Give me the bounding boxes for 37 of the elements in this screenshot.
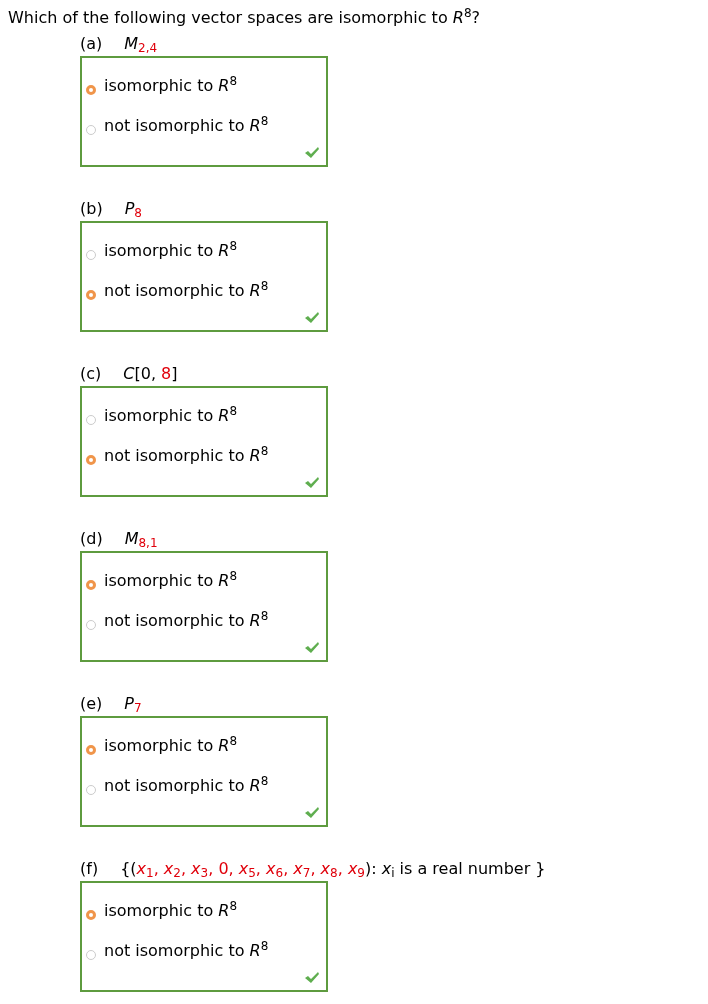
radio-button[interactable] [86,250,96,260]
part-expression: {(x$_{1}$, x$_{2}$, x$_{3}$, 0, x$_{5}$, x$_{6}$, x$_{7}$, x$_{8}$, x$_{9}$): x$_{i}$ is a real number } [120,858,546,881]
option-label: isomorphic to R$^{8}$ [104,899,238,922]
radio-button[interactable] [86,620,96,630]
part-expression: P$_{8}$ [124,198,142,221]
option-label: isomorphic to R$^{8}$ [104,569,238,592]
part-expression: M$_{2,4}$ [124,33,158,56]
option-label: not isomorphic to R$^{8}$ [104,114,269,137]
option-label: isomorphic to R$^{8}$ [104,239,238,262]
radio-button[interactable] [86,785,96,795]
option-label: isomorphic to R$^{8}$ [104,74,238,97]
option-label: not isomorphic to R$^{8}$ [104,609,269,632]
part-expression: M$_{8,1}$ [124,528,158,551]
part-expression: P$_{7}$ [124,693,142,716]
radio-button[interactable] [86,910,96,920]
option-label: not isomorphic to R$^{8}$ [104,444,269,467]
radio-button[interactable] [86,455,96,465]
part-label: (a) [80,33,103,55]
option-label: not isomorphic to R$^{8}$ [104,279,269,302]
part-label: (d) [80,528,103,550]
part-label: (e) [80,693,103,715]
radio-button[interactable] [86,290,96,300]
radio-button[interactable] [86,125,96,135]
question-text: Which of the following vector spaces are isomorphic to R$^{8}$? [7,5,481,29]
radio-button[interactable] [86,85,96,95]
radio-button[interactable] [86,415,96,425]
option-label: not isomorphic to R$^{8}$ [104,774,269,797]
option-label: isomorphic to R$^{8}$ [104,734,238,757]
part-label: (b) [80,198,103,220]
option-label: isomorphic to R$^{8}$ [104,404,238,427]
part-label: (f) [80,858,99,880]
option-label: not isomorphic to R$^{8}$ [104,939,269,962]
radio-button[interactable] [86,950,96,960]
radio-button[interactable] [86,580,96,590]
part-label: (c) [80,363,102,385]
radio-button[interactable] [86,745,96,755]
part-expression: C[0, 8] [123,363,178,385]
